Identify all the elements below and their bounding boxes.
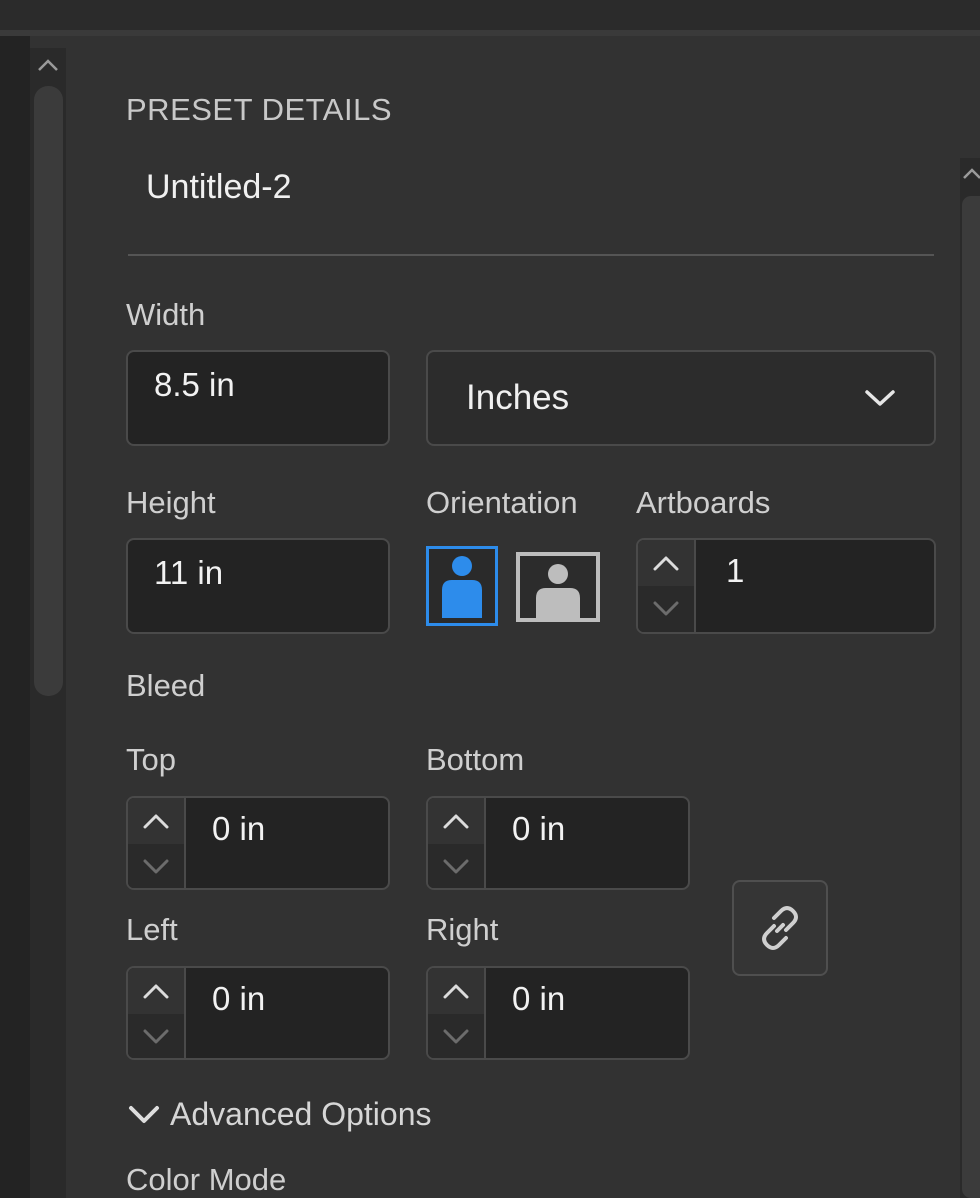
bleed-right-stepper[interactable]: 0 in [426, 966, 690, 1060]
chevron-down-icon [143, 1029, 169, 1044]
left-scrollbar-thumb[interactable] [34, 86, 63, 696]
link-bleed-button[interactable] [732, 880, 828, 976]
orientation-label: Orientation [426, 485, 578, 520]
chevron-down-icon [443, 859, 469, 874]
portrait-orientation-button[interactable] [426, 546, 498, 626]
bleed-top-value: 0 in [212, 810, 266, 847]
chevron-up-icon [443, 984, 469, 999]
artboards-value: 1 [726, 552, 745, 589]
divider [128, 254, 934, 256]
section-title: PRESET DETAILS [126, 92, 392, 127]
bleed-left-stepper[interactable]: 0 in [126, 966, 390, 1060]
chevron-up-icon [653, 556, 679, 571]
landscape-icon [516, 552, 600, 622]
left-panel-edge [0, 36, 30, 1198]
units-dropdown[interactable]: Inches [426, 350, 936, 446]
scroll-up-arrow-icon[interactable] [30, 48, 66, 82]
bleed-bottom-stepper[interactable]: 0 in [426, 796, 690, 890]
bleed-right-decrement-button[interactable] [428, 1014, 484, 1058]
bleed-right-value: 0 in [512, 980, 566, 1017]
artboards-decrement-button[interactable] [638, 586, 694, 632]
bleed-top-decrement-button[interactable] [128, 844, 184, 888]
bleed-bottom-decrement-button[interactable] [428, 844, 484, 888]
width-input[interactable]: 8.5 in [126, 350, 390, 446]
bleed-right-label: Right [426, 912, 499, 947]
bleed-bottom-increment-button[interactable] [428, 798, 484, 844]
bleed-left-decrement-button[interactable] [128, 1014, 184, 1058]
advanced-options-label: Advanced Options [170, 1096, 432, 1132]
right-scroll-up-arrow-icon[interactable] [960, 162, 980, 188]
bleed-left-increment-button[interactable] [128, 968, 184, 1014]
chevron-down-icon [443, 1029, 469, 1044]
top-bar-edge [0, 30, 980, 36]
chevron-up-icon [443, 814, 469, 829]
bleed-top-increment-button[interactable] [128, 798, 184, 844]
height-label: Height [126, 485, 216, 520]
color-mode-label: Color Mode [126, 1162, 287, 1197]
chevron-down-icon [129, 1105, 159, 1123]
units-value: Inches [466, 378, 570, 417]
chevron-down-icon [864, 388, 896, 413]
width-label: Width [126, 297, 206, 332]
bleed-right-increment-button[interactable] [428, 968, 484, 1014]
width-value: 8.5 in [154, 366, 235, 403]
bleed-top-stepper[interactable]: 0 in [126, 796, 390, 890]
preset-name-field[interactable]: Untitled-2 [146, 168, 292, 207]
top-bar [0, 0, 980, 30]
artboards-stepper[interactable]: 1 [636, 538, 936, 634]
bleed-top-label: Top [126, 742, 176, 777]
bleed-label: Bleed [126, 668, 206, 703]
height-value: 11 in [154, 554, 224, 591]
bleed-left-value: 0 in [212, 980, 266, 1017]
artboards-increment-button[interactable] [638, 540, 694, 586]
chevron-up-icon [143, 984, 169, 999]
bleed-bottom-value: 0 in [512, 810, 566, 847]
chevron-down-icon [653, 601, 679, 616]
landscape-orientation-button[interactable] [516, 552, 600, 622]
right-scrollbar-thumb[interactable] [962, 196, 980, 1198]
portrait-icon [426, 546, 498, 626]
artboards-label: Artboards [636, 485, 771, 520]
height-input[interactable]: 11 in [126, 538, 390, 634]
advanced-options-toggle[interactable]: Advanced Options [128, 1096, 432, 1133]
chevron-down-icon [143, 859, 169, 874]
chevron-up-icon [143, 814, 169, 829]
bleed-bottom-label: Bottom [426, 742, 525, 777]
link-icon [762, 906, 798, 950]
bleed-left-label: Left [126, 912, 178, 947]
